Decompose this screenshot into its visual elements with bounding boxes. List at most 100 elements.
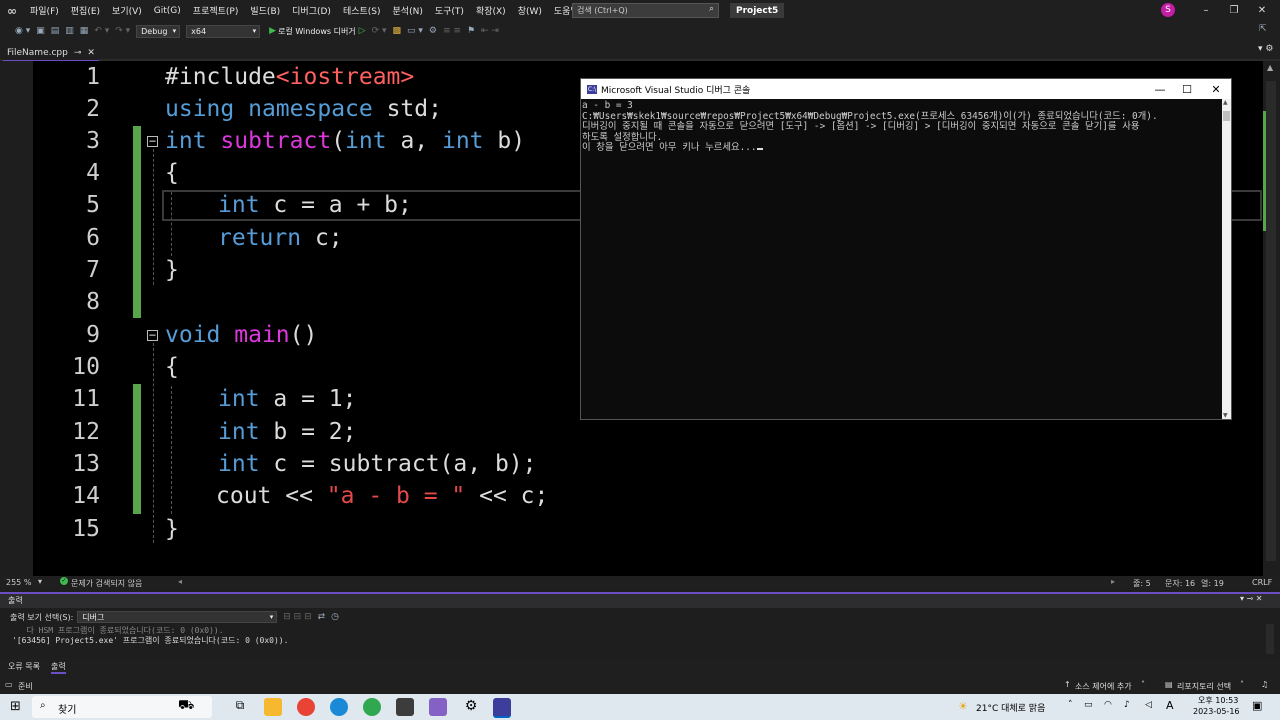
settings-icon[interactable]: ⚙ [426, 26, 440, 36]
open-file-icon[interactable]: ▤ [48, 26, 63, 36]
solution-explorer-icon[interactable]: ▩ [390, 26, 405, 36]
code-line-7[interactable]: } [165, 257, 179, 283]
menu-view[interactable]: 보기(V) [106, 4, 148, 17]
taskbar-time[interactable]: 오후 10:53 [1198, 695, 1238, 706]
menu-window[interactable]: 창(W) [512, 4, 548, 17]
console-scroll-thumb[interactable] [1223, 111, 1230, 121]
menu-debug[interactable]: 디버그(D) [286, 4, 337, 17]
menu-git[interactable]: Git(G) [148, 6, 187, 16]
notepad-icon[interactable] [396, 698, 414, 716]
tab-filename-cpp[interactable]: FileName.cpp ⊸ ✕ [3, 45, 99, 62]
weather-text[interactable]: 21°C 대체로 맑음 [976, 701, 1045, 714]
code-line-4[interactable]: { [165, 160, 179, 186]
tray-speaker-icon[interactable]: ◁ [1145, 700, 1152, 710]
notification-center-icon[interactable]: ▣ [1252, 699, 1262, 712]
code-line-5[interactable]: int c = a + b; [218, 192, 412, 218]
share-icon[interactable]: ⇱ [1256, 24, 1270, 34]
clock-icon[interactable]: ◷ [328, 612, 342, 622]
menu-extensions[interactable]: 확장(X) [470, 4, 512, 17]
edge-icon[interactable] [330, 698, 348, 716]
tab-error-list[interactable]: 오류 목록 [8, 661, 40, 672]
pin-icon[interactable]: ⊸ [74, 48, 82, 58]
code-line-14[interactable]: cout << "a - b = " << c; [216, 483, 548, 509]
start-without-debug-icon[interactable]: ▷ [356, 26, 369, 36]
console-taskbar-icon[interactable] [493, 698, 511, 718]
panel-options-icon[interactable]: ▾ ⊸ ✕ [1240, 594, 1263, 603]
chrome-icon[interactable] [297, 698, 315, 716]
code-line-3[interactable]: int subtract(int a, int b) [165, 128, 525, 154]
menu-analyze[interactable]: 분석(N) [387, 4, 429, 17]
menu-tools[interactable]: 도구(T) [429, 4, 470, 17]
editor-vertical-scrollbar[interactable]: ▲ [1263, 61, 1280, 576]
code-line-11[interactable]: int a = 1; [218, 386, 356, 412]
output-scrollbar[interactable] [1266, 624, 1274, 654]
code-line-12[interactable]: int b = 2; [218, 419, 356, 445]
format-icon[interactable]: ≡ ≡ [440, 26, 464, 36]
taskbar-search-box[interactable]: ⌕ 찾기 ⛟ [32, 696, 212, 718]
hscroll-left-icon[interactable]: ◂ [178, 577, 182, 586]
debug-console-window[interactable]: C:\ Microsoft Visual Studio 디버그 콘솔 — ☐ ✕… [580, 78, 1232, 420]
fold-collapse-icon[interactable]: − [147, 135, 158, 147]
tray-chevron-icon[interactable]: ˄ [1068, 700, 1073, 710]
tab-output[interactable]: 출력 [51, 661, 66, 674]
redo-icon[interactable]: ↷ ▾ [112, 26, 133, 36]
menu-build[interactable]: 빌드(B) [244, 4, 286, 17]
output-text[interactable]: 다 HSM 프로그램이 종료되었습니다(코드: 0 (0x0)). '[63456… [12, 626, 288, 646]
code-line-1[interactable]: #include<iostream> [165, 64, 414, 90]
bookmark-icon[interactable]: ⚑ [464, 26, 478, 36]
clear-output-icon[interactable]: ⊟ ⊟ ⊟ [280, 612, 314, 622]
console-scrollbar[interactable]: ▲ ▼ [1222, 99, 1231, 419]
tray-volume-icon[interactable]: ♪ [1124, 700, 1130, 710]
cursor-char[interactable]: 문자: 16 [1165, 578, 1195, 589]
chrome-profile-icon[interactable] [363, 698, 381, 716]
menu-edit[interactable]: 편집(E) [65, 4, 106, 17]
fold-collapse-icon[interactable]: − [147, 329, 158, 341]
minimize-icon[interactable]: – [1196, 2, 1216, 18]
code-line-13[interactable]: int c = subtract(a, b); [218, 451, 537, 477]
play-icon[interactable]: ▶ [263, 26, 278, 36]
save-all-icon[interactable]: ▦ [77, 26, 92, 36]
cursor-line[interactable]: 줄: 5 [1133, 578, 1151, 589]
taskbar-date[interactable]: 2023-05-16 [1193, 707, 1240, 716]
source-control-button[interactable]: 소스 제어에 추가 [1075, 681, 1132, 692]
close-tab-icon[interactable]: ✕ [87, 48, 95, 58]
code-line-9[interactable]: void main() [165, 322, 317, 348]
config-dropdown[interactable]: Debug ▾ [136, 24, 181, 38]
tray-network-icon[interactable]: ▭ [1084, 700, 1093, 710]
wrap-icon[interactable]: ⇄ [315, 612, 329, 622]
line-ending[interactable]: CRLF [1252, 578, 1272, 587]
run-debugger-button[interactable]: 로컬 Windows 디버거 [278, 26, 356, 37]
platform-dropdown[interactable]: x64 ▾ [186, 24, 261, 38]
file-explorer-icon[interactable] [264, 698, 282, 716]
search-input[interactable]: 검색 (Ctrl+Q) ⌕ [572, 3, 719, 18]
debug-misc-icon[interactable]: ⟳ ▾ [369, 26, 390, 36]
hscroll-right-icon[interactable]: ▸ [1111, 577, 1115, 586]
issues-indicator[interactable]: 문제가 검색되지 않음 [71, 578, 142, 589]
avatar[interactable]: S [1161, 3, 1175, 17]
save-icon[interactable]: ▥ [62, 26, 77, 36]
code-line-10[interactable]: { [165, 354, 179, 380]
restore-icon[interactable]: ❐ [1224, 2, 1244, 18]
console-close-icon[interactable]: ✕ [1203, 81, 1229, 97]
undo-icon[interactable]: ↶ ▾ [91, 26, 112, 36]
cursor-col[interactable]: 열: 19 [1201, 578, 1224, 589]
scroll-down-icon[interactable]: ▼ [1223, 412, 1228, 419]
scroll-up-icon[interactable]: ▲ [1267, 63, 1273, 72]
windows-start-icon[interactable]: ⊞ [10, 699, 21, 714]
layout-icon[interactable]: ▭ ▾ [404, 26, 426, 36]
visual-studio-logo-icon[interactable]: ∞ [0, 0, 24, 21]
scrollbar-thumb[interactable] [1266, 81, 1276, 561]
task-view-icon[interactable]: ⧉ [231, 698, 249, 716]
close-icon[interactable]: ✕ [1252, 2, 1272, 18]
menu-project[interactable]: 프로젝트(P) [187, 4, 245, 17]
settings-gear-icon[interactable]: ⚙ [462, 698, 480, 716]
console-title-bar[interactable]: C:\ Microsoft Visual Studio 디버그 콘솔 — ☐ ✕ [581, 79, 1231, 99]
zoom-level[interactable]: 255 % [6, 578, 31, 587]
code-line-6[interactable]: return c; [218, 225, 343, 251]
output-source-dropdown[interactable]: 디버그 ▾ [77, 611, 278, 623]
notification-bell-icon[interactable]: ♫ [1261, 680, 1268, 689]
tray-wifi-icon[interactable]: ◠ [1104, 700, 1112, 710]
bookmark-nav-icon[interactable]: ⇤ ⇥ [478, 26, 502, 36]
visual-studio-taskbar-icon[interactable] [429, 698, 447, 716]
repository-button[interactable]: 리포지토리 선택 [1177, 681, 1231, 692]
